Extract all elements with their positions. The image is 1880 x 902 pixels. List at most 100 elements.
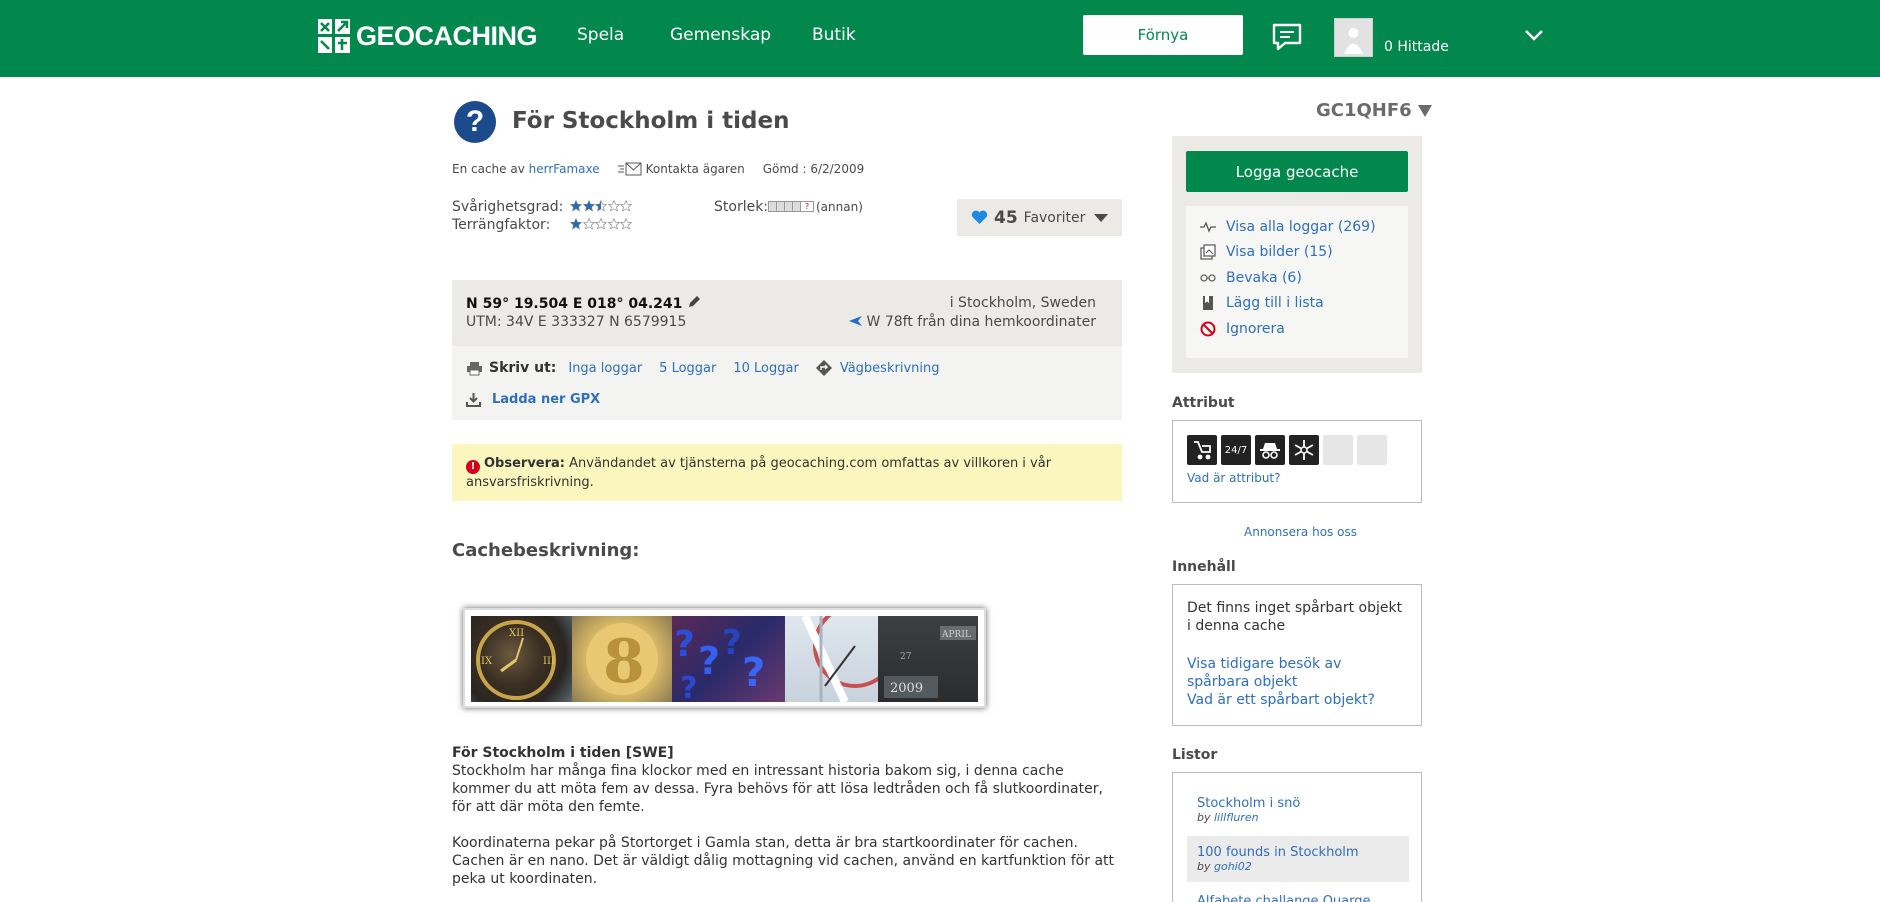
logo-mark-icon (318, 19, 350, 53)
renew-button[interactable]: Förnya (1083, 15, 1243, 55)
distance-text: W 78ft från dina hemkoordinater (848, 314, 1096, 330)
print-no-logs-link[interactable]: Inga loggar (568, 361, 642, 376)
directions-icon (815, 360, 832, 376)
watch-label: Bevaka (6) (1226, 269, 1302, 286)
owner-line: En cache av herrFamaxe Kontakta ägaren G… (452, 162, 864, 176)
coordinates-panel: N 59° 19.504 E 018° 04.241 UTM: 34V E 33… (452, 280, 1122, 346)
advertise-link[interactable]: Annonsera hos oss (1244, 525, 1357, 539)
list-title: Stockholm i snö (1197, 796, 1301, 811)
banner-month: APRIL (941, 630, 971, 640)
svg-text:XII: XII (509, 628, 524, 639)
activity-icon (1200, 219, 1216, 235)
directions-link[interactable]: Vägbeskrivning (840, 361, 940, 376)
download-icon (466, 392, 481, 407)
nav-play[interactable]: Spela (577, 25, 624, 45)
nav-shop[interactable]: Butik (812, 25, 856, 45)
open-24-7-icon[interactable]: 24/7 (1221, 435, 1251, 465)
banner-day: 27 (900, 652, 912, 662)
ignore-link[interactable]: Ignorera (1186, 316, 1408, 342)
download-gpx-link[interactable]: Ladda ner GPX (492, 392, 600, 407)
description-paragraph-1: Stockholm har många fina klockor med en … (452, 763, 1103, 815)
list-item[interactable]: 100 founds in Stockholm by gohi02 (1187, 836, 1409, 882)
size-indicator: ? (768, 201, 814, 212)
alert-icon: ! (466, 460, 480, 474)
location-text: i Stockholm, Sweden (949, 295, 1096, 311)
svg-text:8: 8 (603, 627, 645, 697)
coordinates-main[interactable]: N 59° 19.504 E 018° 04.241 (466, 295, 701, 312)
avatar[interactable] (1334, 18, 1373, 57)
ignore-label: Ignorera (1226, 320, 1285, 337)
number-eight-tile: 8 (572, 616, 672, 702)
contents-heading: Innehåll (1172, 559, 1236, 575)
cache-title: För Stockholm i tiden (512, 108, 790, 134)
cache-actions-panel: Logga geocache Visa alla loggar (269) Vi… (1172, 136, 1422, 373)
logo-text: GEOCACHING (356, 20, 538, 51)
star-icon (607, 218, 620, 230)
favorites-button[interactable]: 45 Favoriter (957, 199, 1122, 236)
star-icon (607, 200, 620, 212)
print-panel: Skriv ut: Inga loggar 5 Loggar 10 Loggar… (452, 346, 1122, 420)
star-icon (595, 218, 607, 230)
list-item[interactable]: Stockholm i snö by lillfluren (1187, 787, 1409, 833)
previous-trackables-link[interactable]: Visa tidigare besök av spårbara objekt (1187, 655, 1407, 691)
owner-prefix: En cache av (452, 162, 525, 176)
svg-text:III: III (543, 656, 555, 667)
gc-code: GC1QHF6 (1316, 100, 1412, 121)
envelope-icon (617, 162, 642, 176)
list-author-link[interactable]: gohi02 (1214, 860, 1252, 873)
view-images-link[interactable]: Visa bilder (15) (1186, 240, 1408, 266)
svg-text:?: ? (742, 650, 765, 696)
coordinates-utm: UTM: 34V E 333327 N 6579915 (466, 314, 687, 330)
list-by: by (1197, 811, 1211, 824)
print-5-logs-link[interactable]: 5 Loggar (659, 361, 716, 376)
stroller-icon[interactable] (1187, 435, 1217, 465)
no-trackables-text: Det finns inget spårbart objekt i denna … (1187, 600, 1403, 634)
print-10-logs-link[interactable]: 10 Loggar (733, 361, 798, 376)
caret-down-icon (1094, 214, 1108, 222)
svg-text:?: ? (680, 671, 697, 702)
list-author-link[interactable]: lillfluren (1214, 811, 1259, 824)
difficulty-stars (570, 200, 633, 212)
snowflake-icon[interactable] (1289, 435, 1319, 465)
pencil-icon[interactable] (687, 295, 701, 309)
list-title: Alfabete challange Quarge (1197, 894, 1371, 902)
message-icon[interactable] (1272, 22, 1302, 52)
size-text: (annan) (816, 200, 863, 214)
svg-text:IX: IX (481, 656, 493, 667)
clock-face-tile: XII IX III (471, 616, 572, 702)
what-is-trackable-link[interactable]: Vad är ett spårbart objekt? (1187, 691, 1407, 709)
size-label: Storlek: (714, 199, 769, 215)
log-geocache-button[interactable]: Logga geocache (1186, 151, 1408, 192)
star-icon (595, 200, 607, 212)
watch-link[interactable]: Bevaka (6) (1186, 265, 1408, 291)
view-logs-link[interactable]: Visa alla loggar (269) (1186, 214, 1408, 240)
add-to-list-link[interactable]: Lägg till i lista (1186, 291, 1408, 317)
star-icon (570, 218, 582, 230)
list-by: by (1197, 860, 1211, 873)
attributes-box: 24/7 Vad är attribut? (1172, 420, 1422, 503)
nav-community[interactable]: Gemenskap (670, 25, 771, 45)
owner-link[interactable]: herrFamaxe (529, 162, 600, 176)
list-title: 100 founds in Stockholm (1197, 845, 1359, 860)
star-icon (582, 218, 595, 230)
view-logs-label: Visa alla loggar (269) (1226, 218, 1376, 235)
trackables-box: Det finns inget spårbart objekt i denna … (1172, 584, 1422, 726)
coordinates-text: N 59° 19.504 E 018° 04.241 (466, 296, 683, 312)
geocaching-logo[interactable]: GEOCACHING (318, 18, 538, 54)
list-item[interactable]: Alfabete challange Quarge (1187, 885, 1409, 902)
lists-box: Stockholm i snö by lillfluren 100 founds… (1172, 772, 1422, 902)
top-navigation-bar: GEOCACHING Spela Gemenskap Butik Förnya … (0, 0, 1880, 77)
chevron-down-icon[interactable] (1524, 28, 1544, 42)
attributes-heading: Attribut (1172, 395, 1235, 411)
disclaimer-notice: ! Observera: Användandet av tjänsterna på… (452, 444, 1122, 501)
terrain-label: Terrängfaktor: (452, 217, 551, 233)
distance-value: W 78ft från dina hemkoordinater (866, 314, 1096, 330)
empty-attribute-slot (1323, 435, 1353, 465)
contact-owner-link[interactable]: Kontakta ägaren (646, 162, 745, 176)
what-are-attributes-link[interactable]: Vad är attribut? (1187, 471, 1281, 485)
gc-code-dropdown[interactable]: GC1QHF6 (1316, 100, 1432, 121)
star-icon (620, 200, 632, 212)
svg-text:?: ? (698, 639, 720, 683)
star-icon (582, 200, 595, 212)
incognito-icon[interactable] (1255, 435, 1285, 465)
